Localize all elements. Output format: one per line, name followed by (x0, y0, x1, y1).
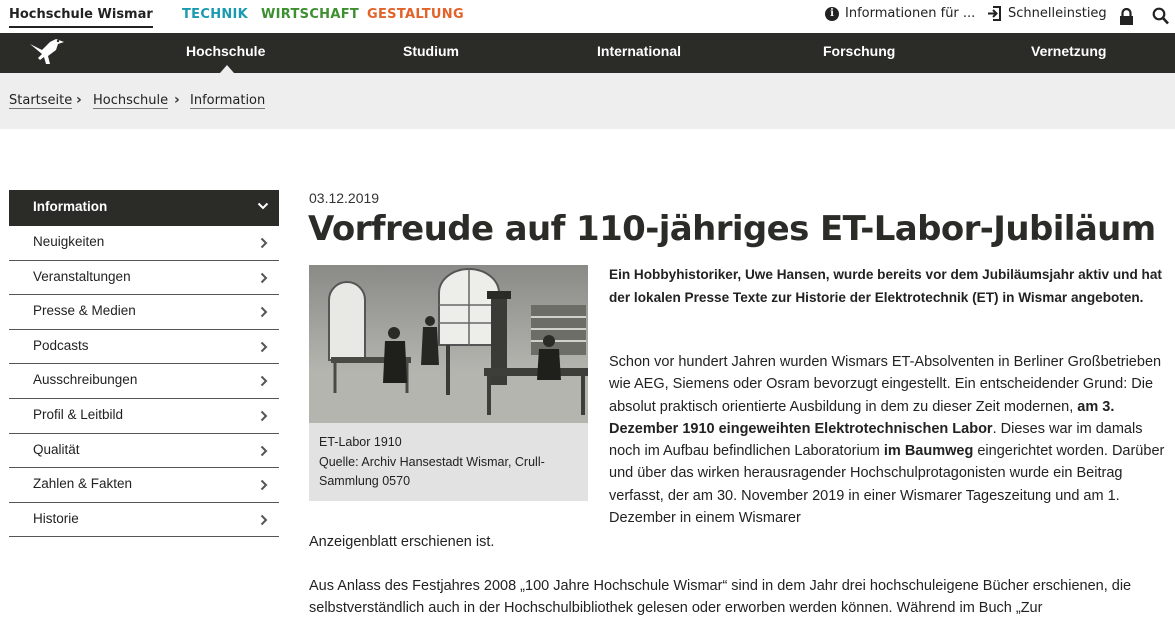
nav-studium[interactable]: Studium (403, 43, 459, 59)
nav-vernetzung[interactable]: Vernetzung (1031, 43, 1106, 59)
faculty-link-gestaltung[interactable]: GESTALTUNG (367, 7, 464, 22)
chevron-right-icon (260, 237, 268, 249)
article-paragraph-1: Schon vor hundert Jahren wurden Wismars … (609, 351, 1175, 529)
main-navigation: Hochschule Studium International Forschu… (0, 33, 1175, 73)
sidebar-item-neuigkeiten[interactable]: Neuigkeiten (9, 226, 279, 261)
sidebar-item-qualitaet[interactable]: Qualität (9, 434, 279, 469)
hochschule-logo-icon[interactable] (28, 36, 66, 68)
chevron-right-icon (260, 272, 268, 283)
quick-entry-label: Schnelleinstieg (1008, 6, 1107, 21)
brand-link[interactable]: Hochschule Wismar (9, 7, 153, 28)
breadcrumb: Startseite › Hochschule › Information (0, 73, 1175, 129)
breadcrumb-startseite[interactable]: Startseite (9, 93, 73, 109)
chevron-right-icon (260, 445, 268, 456)
breadcrumb-separator-icon: › (174, 92, 180, 108)
sidebar: Information Neuigkeiten Veranstaltungen … (9, 190, 279, 538)
sidebar-item-label: Neuigkeiten (33, 234, 105, 249)
search-button[interactable] (1152, 7, 1169, 25)
search-icon (1152, 7, 1169, 25)
sidebar-item-label: Ausschreibungen (33, 372, 138, 388)
faculty-link-technik[interactable]: TECHNIK (182, 7, 248, 22)
caption-source: Quelle: Archiv Hansestadt Wismar, Crull-… (319, 454, 545, 489)
nav-forschung[interactable]: Forschung (823, 43, 895, 59)
quick-entry-menu[interactable]: Schnelleinstieg (987, 6, 1107, 21)
et-labor-photo[interactable] (309, 265, 588, 423)
nav-international[interactable]: International (597, 43, 681, 59)
figure-caption: ET-Labor 1910 Quelle: Archiv Hansestadt … (319, 433, 581, 492)
chevron-right-icon (260, 479, 268, 491)
sidebar-item-label: Qualität (33, 441, 80, 457)
chevron-right-icon (260, 376, 268, 387)
article-paragraph-2: Aus Anlass des Festjahres 2008 „100 Jahr… (309, 578, 1132, 617)
article-paragraph-1-tail: Anzeigenblatt erschienen ist. (309, 534, 495, 550)
article-lead: Ein Hobbyhistoriker, Uwe Hansen, wurde b… (609, 267, 1162, 305)
sidebar-item-label: Profil & Leitbild (33, 406, 124, 422)
sidebar-heading-label: Information (33, 199, 108, 214)
sidebar-item-podcasts[interactable]: Podcasts (9, 330, 279, 365)
sidebar-item-ausschreibungen[interactable]: Ausschreibungen (9, 364, 279, 399)
article-figure: ET-Labor 1910 Quelle: Archiv Hansestadt … (309, 265, 588, 501)
chevron-right-icon (260, 306, 268, 318)
sidebar-item-label: Veranstaltungen (33, 268, 131, 284)
sidebar-heading-information[interactable]: Information (9, 190, 279, 226)
info-for-label: Informationen für ... (845, 6, 976, 21)
article-date: 03.12.2019 (309, 190, 380, 206)
sidebar-item-zahlen-fakten[interactable]: Zahlen & Fakten (9, 468, 279, 503)
login-button[interactable] (1119, 8, 1134, 25)
sidebar-item-historie[interactable]: Historie (9, 503, 279, 538)
chevron-right-icon (260, 410, 268, 422)
nav-hochschule[interactable]: Hochschule (186, 43, 265, 59)
sidebar-item-presse-medien[interactable]: Presse & Medien (9, 295, 279, 330)
caption-title: ET-Labor 1910 (319, 435, 402, 449)
chevron-down-icon (257, 202, 269, 210)
chevron-right-icon (260, 514, 268, 525)
faculty-link-wirtschaft[interactable]: WIRTSCHAFT (261, 7, 359, 22)
chevron-right-icon (260, 341, 268, 352)
breadcrumb-separator-icon: › (76, 92, 82, 108)
top-bar: Hochschule Wismar TECHNIK WIRTSCHAFT GES… (0, 0, 1175, 33)
active-nav-pointer (220, 65, 234, 73)
sidebar-item-label: Historie (33, 510, 79, 526)
info-for-menu[interactable]: i Informationen für ... (825, 6, 975, 21)
lock-icon (1120, 8, 1133, 25)
article-title: Vorfreude auf 110-jähriges ET-Labor-Jubi… (308, 209, 1156, 249)
paragraph-emphasis: im Baumweg (883, 443, 974, 460)
sidebar-item-profil-leitbild[interactable]: Profil & Leitbild (9, 399, 279, 434)
entry-arrow-icon (988, 6, 1001, 21)
sidebar-item-label: Presse & Medien (33, 303, 136, 319)
sidebar-item-veranstaltungen[interactable]: Veranstaltungen (9, 261, 279, 296)
info-circle-icon: i (825, 6, 839, 21)
breadcrumb-hochschule[interactable]: Hochschule (93, 93, 169, 109)
breadcrumb-information[interactable]: Information (190, 93, 266, 109)
sidebar-item-label: Podcasts (33, 337, 89, 353)
sidebar-item-label: Zahlen & Fakten (33, 476, 133, 492)
